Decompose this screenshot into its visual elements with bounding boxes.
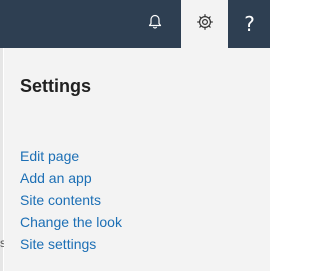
edit-page-link[interactable]: Edit page [20,148,79,164]
add-an-app-link[interactable]: Add an app [20,170,92,186]
top-nav-bar: ? [0,0,270,48]
menu-item-edit-page: Edit page [20,145,122,167]
menu-item-change-the-look: Change the look [20,211,122,233]
site-contents-link[interactable]: Site contents [20,192,101,208]
change-the-look-link[interactable]: Change the look [20,214,122,230]
help-button[interactable]: ? [229,0,270,48]
menu-item-site-settings: Site settings [20,233,122,255]
panel-title: Settings [20,76,92,96]
question-icon: ? [244,12,255,36]
bell-icon [148,14,162,35]
settings-button[interactable] [181,0,228,48]
settings-panel: Settings Edit page Add an app Site conte… [4,48,270,271]
gear-icon [196,13,214,36]
site-settings-link[interactable]: Site settings [20,236,96,252]
settings-menu: Edit page Add an app Site contents Chang… [20,145,122,255]
notifications-button[interactable] [131,0,179,48]
menu-item-add-an-app: Add an app [20,167,122,189]
menu-item-site-contents: Site contents [20,189,122,211]
